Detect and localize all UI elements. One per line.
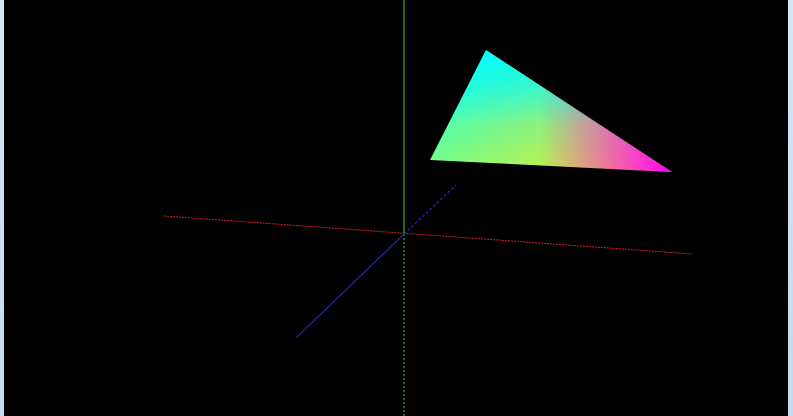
render-viewport[interactable] — [4, 0, 788, 416]
color-triangle — [430, 50, 672, 172]
opengl-window — [0, 0, 793, 416]
z-axis-line-far — [403, 184, 457, 235]
scene-canvas — [163, 0, 693, 416]
z-axis-line — [295, 233, 405, 339]
x-axis-line — [163, 215, 693, 255]
window-frame-right — [788, 0, 793, 416]
